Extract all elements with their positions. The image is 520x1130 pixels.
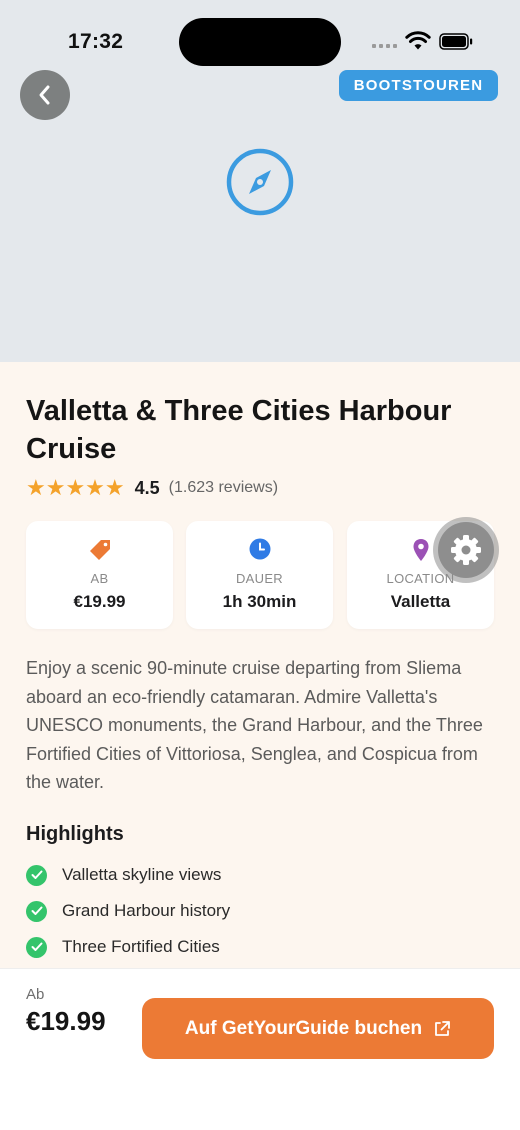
- tour-title: Valletta & Three Cities Harbour Cruise: [26, 395, 452, 465]
- back-button[interactable]: [20, 70, 70, 120]
- check-circle-icon: [26, 864, 47, 886]
- price-card-label: AB: [90, 571, 109, 586]
- cellular-signal-icon: [372, 44, 397, 48]
- booking-price: €19.99: [26, 1006, 106, 1036]
- tour-description: Enjoy a scenic 90-minute cruise departin…: [26, 658, 483, 792]
- location-pin-icon: [413, 539, 428, 561]
- dynamic-island: [179, 18, 341, 66]
- duration-card-label: DAUER: [235, 571, 283, 586]
- price-tag-icon: [89, 540, 110, 560]
- duration-card: DAUER 1h 30min: [186, 521, 333, 629]
- rating-stars-icon: ★★★★★: [26, 475, 125, 500]
- book-on-getyourguide-button[interactable]: Auf GetYourGuide buchen: [142, 998, 494, 1059]
- compass-icon: [226, 148, 294, 216]
- status-time: 17:32: [68, 30, 124, 53]
- highlight-text: Grand Harbour history: [62, 901, 231, 920]
- category-badge: BOOTSTOUREN: [339, 70, 498, 101]
- highlight-text: Three Fortified Cities: [62, 937, 220, 956]
- booking-bar: Ab €19.99 Auf GetYourGuide buchen: [0, 968, 520, 1130]
- tour-details: Valletta & Three Cities Harbour Cruise ★…: [0, 362, 520, 968]
- highlight-item: Valletta skyline views: [26, 864, 221, 886]
- chevron-left-icon: [39, 85, 50, 105]
- location-card-value: Valletta: [390, 592, 451, 611]
- highlight-text: Valletta skyline views: [62, 865, 222, 884]
- rating-row: ★★★★★ 4.5 (1.623 reviews): [26, 475, 279, 500]
- highlight-item: Three Fortified Cities: [26, 936, 220, 958]
- settings-button[interactable]: [433, 517, 499, 583]
- wifi-icon: [405, 31, 431, 50]
- duration-card-value: 1h 30min: [222, 592, 297, 611]
- price-card: AB €19.99: [26, 521, 173, 629]
- highlights-heading: Highlights: [26, 823, 124, 845]
- book-button-label: Auf GetYourGuide buchen: [184, 1017, 423, 1039]
- rating-value: 4.5: [134, 477, 160, 498]
- review-count: (1.623 reviews): [168, 479, 279, 496]
- highlight-item: Grand Harbour history: [26, 900, 230, 922]
- price-card-value: €19.99: [73, 592, 126, 611]
- check-circle-icon: [26, 936, 47, 958]
- check-circle-icon: [26, 900, 47, 922]
- hero-image-area: 17:32 BOOTSTOUREN: [0, 0, 520, 362]
- gear-icon: [451, 535, 481, 565]
- external-link-icon: [435, 1020, 450, 1036]
- price-from-label: Ab: [26, 986, 45, 1003]
- battery-icon: [439, 33, 473, 50]
- clock-icon: [249, 538, 270, 560]
